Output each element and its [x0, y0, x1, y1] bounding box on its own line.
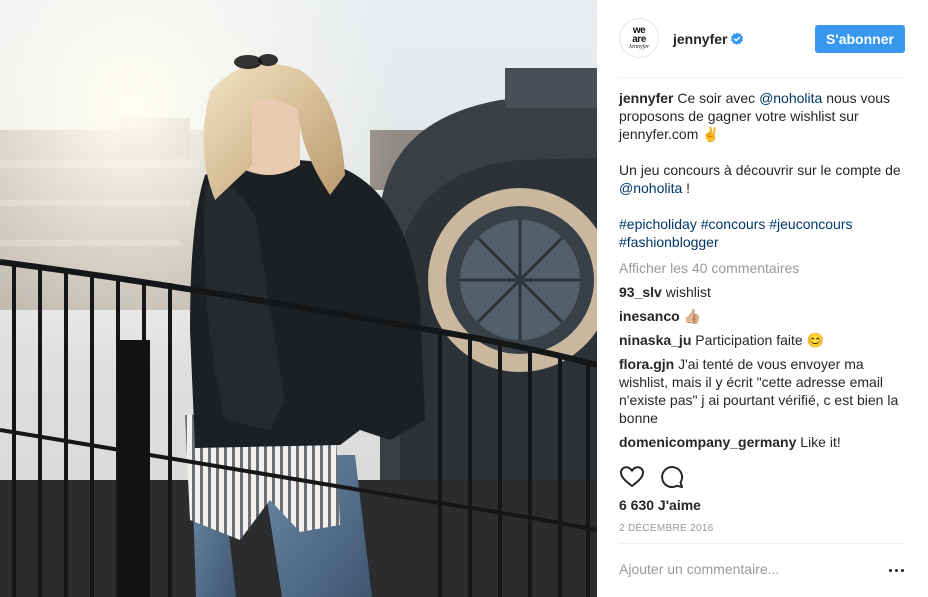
caption-text-1: Ce soir avec — [673, 90, 760, 106]
footer-divider — [619, 543, 906, 544]
post-photo[interactable] — [0, 0, 597, 597]
caption-mention-1[interactable]: @noholita — [759, 90, 822, 106]
avatar-logo-line2: are — [632, 33, 646, 45]
instagram-post: we are Jennyfer jennyfer S'abonner jenny… — [0, 0, 928, 597]
comment-item: 93_slv wishlist — [619, 283, 909, 301]
post-actions — [619, 464, 909, 490]
post-header: we are Jennyfer jennyfer S'abonner — [597, 0, 928, 78]
heart-icon[interactable] — [619, 464, 645, 490]
caption-mention-2[interactable]: @noholita — [619, 180, 682, 196]
more-options-icon[interactable] — [887, 564, 907, 576]
verified-badge-icon — [731, 32, 743, 45]
comment-text: Like it! — [800, 434, 841, 450]
hashtag-link[interactable]: #fashionblogger — [619, 234, 719, 250]
comment-username[interactable]: 93_slv — [619, 284, 662, 300]
avatar-logo-line3: Jennyfer — [628, 43, 650, 50]
hashtag-link[interactable]: #concours — [701, 216, 766, 232]
comment-username[interactable]: domenicompany_germany — [619, 434, 796, 450]
comment-text: wishlist — [665, 284, 711, 300]
follow-button[interactable]: S'abonner — [815, 25, 905, 53]
caption-hashtags: #epicholiday #concours #jeuconcours #fas… — [619, 215, 909, 251]
post-caption: jennyfer Ce soir avec @noholita nous vou… — [619, 89, 909, 251]
header-divider — [619, 77, 906, 78]
view-all-comments-link[interactable]: Afficher les 40 commentaires — [619, 259, 909, 277]
comment-item: flora.gjn J'ai tenté de vous envoyer ma … — [619, 355, 909, 427]
comment-icon[interactable] — [659, 464, 685, 490]
comment-item: domenicompany_germany Like it! — [619, 433, 909, 451]
caption-text-3: Un jeu concours à découvrir sur le compt… — [619, 162, 901, 178]
add-comment-input[interactable]: Ajouter un commentaire... — [619, 561, 779, 577]
comment-item: ninaska_ju Participation faite 😊 — [619, 331, 909, 349]
comment-text: 👍🏼 — [683, 308, 702, 324]
profile-username[interactable]: jennyfer — [673, 31, 727, 47]
post-photo-illustration — [0, 0, 597, 597]
hashtag-link[interactable]: #epicholiday — [619, 216, 697, 232]
comment-username[interactable]: flora.gjn — [619, 356, 674, 372]
likes-count[interactable]: 6 630 J'aime — [619, 497, 701, 513]
post-date: 2 DÉCEMBRE 2016 — [619, 523, 714, 534]
comment-username[interactable]: ninaska_ju — [619, 332, 691, 348]
post-side-panel: we are Jennyfer jennyfer S'abonner jenny… — [597, 0, 928, 597]
comment-item: inesanco 👍🏼 — [619, 307, 909, 325]
caption-username[interactable]: jennyfer — [619, 90, 673, 106]
comment-text: Participation faite 😊 — [695, 332, 824, 348]
caption-text-4: ! — [682, 180, 691, 196]
profile-avatar[interactable]: we are Jennyfer — [619, 18, 659, 58]
comment-username[interactable]: inesanco — [619, 308, 680, 324]
comments-section: jennyfer Ce soir avec @noholita nous vou… — [619, 89, 909, 451]
hashtag-link[interactable]: #jeuconcours — [769, 216, 852, 232]
